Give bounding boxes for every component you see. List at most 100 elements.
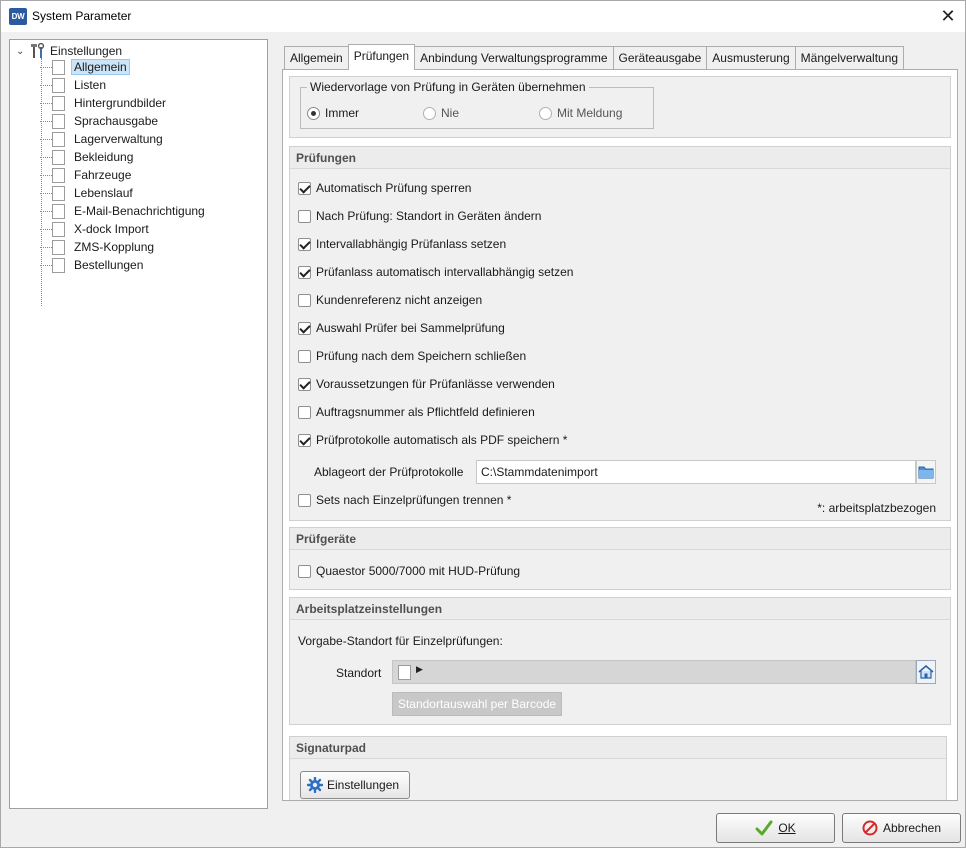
settings-tree[interactable]: ⌄ Einstellungen Allgemein Listen Hinterg…: [9, 39, 268, 809]
page-icon: [52, 59, 65, 75]
checkbox-indicator[interactable]: [298, 349, 311, 363]
signaturpad-settings-label: Einstellungen: [327, 778, 400, 792]
tree-item-xdock-import[interactable]: X-dock Import: [40, 220, 152, 238]
tree-item-label: Bestellungen: [74, 258, 144, 272]
checkbox-label: Prüfung nach dem Speichern schließen: [316, 349, 527, 363]
tree-item-label: E-Mail-Benachrichtigung: [74, 204, 205, 218]
checkbox-pruefanlass-automatisch[interactable]: Prüfanlass automatisch intervallabhängig…: [298, 265, 573, 279]
checkbox-indicator[interactable]: [298, 181, 311, 195]
tab-allgemein[interactable]: Allgemein: [284, 46, 349, 70]
tree-item-fahrzeuge[interactable]: Fahrzeuge: [40, 166, 134, 184]
path-input[interactable]: C:\Stammdatenimport: [476, 460, 916, 484]
tree-item-label: X-dock Import: [74, 222, 149, 236]
checkbox-indicator[interactable]: [298, 321, 311, 335]
tree-item-lagerverwaltung[interactable]: Lagerverwaltung: [40, 130, 166, 148]
page-icon: [52, 257, 65, 273]
page-icon: [52, 167, 65, 183]
pruefgeraete-group: Prüfgeräte Quaestor 5000/7000 mit HUD-Pr…: [289, 527, 951, 590]
checkbox-label: Auswahl Prüfer bei Sammelprüfung: [316, 321, 505, 335]
checkbox-indicator[interactable]: [298, 237, 311, 251]
tree-item-listen[interactable]: Listen: [40, 76, 109, 94]
checkbox-automatisch-pruefung-sperren[interactable]: Automatisch Prüfung sperren: [298, 181, 471, 195]
checkbox-intervall-pruefanlass[interactable]: Intervallabhängig Prüfanlass setzen: [298, 237, 506, 251]
tools-icon: [30, 43, 46, 59]
tree-item-bestellungen[interactable]: Bestellungen: [40, 256, 146, 274]
tab-ausmusterung[interactable]: Ausmusterung: [706, 46, 796, 70]
checkbox-indicator[interactable]: [298, 564, 311, 578]
checkbox-label: Nach Prüfung: Standort in Geräten ändern: [316, 209, 542, 223]
standortauswahl-barcode-button[interactable]: Standortauswahl per Barcode: [392, 692, 562, 716]
window-title: System Parameter: [32, 9, 132, 23]
tree-item-allgemein[interactable]: Allgemein: [40, 58, 130, 76]
tab-maengelverwaltung[interactable]: Mängelverwaltung: [794, 46, 905, 70]
tree-item-label: Allgemein: [71, 59, 130, 75]
checkbox-indicator[interactable]: [298, 209, 311, 223]
tree-item-sprachausgabe[interactable]: Sprachausgabe: [40, 112, 161, 130]
checkbox-pdf-speichern[interactable]: Prüfprotokolle automatisch als PDF speic…: [298, 433, 567, 447]
tree-item-label: Bekleidung: [74, 150, 134, 164]
page-icon: [52, 221, 65, 237]
tab-geraeteausgabe[interactable]: Geräteausgabe: [612, 46, 708, 70]
tree-item-label: Hintergrundbilder: [74, 96, 167, 110]
checkbox-voraussetzungen[interactable]: Voraussetzungen für Prüfanlässe verwende…: [298, 377, 555, 391]
standort-subtitle: Vorgabe-Standort für Einzelprüfungen:: [298, 634, 503, 648]
checkbox-quaestor[interactable]: Quaestor 5000/7000 mit HUD-Prüfung: [298, 564, 520, 578]
checkbox-pruefung-schliessen[interactable]: Prüfung nach dem Speichern schließen: [298, 349, 526, 363]
radio-mit-meldung[interactable]: Mit Meldung: [539, 106, 622, 120]
page-icon: [52, 77, 65, 93]
radio-nie[interactable]: Nie: [423, 106, 459, 120]
checkbox-indicator[interactable]: [298, 493, 311, 507]
tab-anbindung-verwaltungsprogramme[interactable]: Anbindung Verwaltungsprogramme: [414, 46, 614, 70]
tree-item-bekleidung[interactable]: Bekleidung: [40, 148, 136, 166]
cancel-icon: [862, 820, 878, 836]
signaturpad-settings-button[interactable]: Einstellungen: [300, 771, 410, 799]
checkbox-indicator[interactable]: [298, 265, 311, 279]
page-icon: [52, 131, 65, 147]
app-logo-icon: DW: [9, 8, 27, 25]
tree-item-email-benachrichtigung[interactable]: E-Mail-Benachrichtigung: [40, 202, 208, 220]
checkbox-indicator[interactable]: [298, 293, 311, 307]
tab-pruefungen[interactable]: Prüfungen: [347, 44, 416, 70]
radio-immer[interactable]: Immer: [307, 106, 359, 120]
standort-home-button[interactable]: [916, 660, 936, 684]
ok-button[interactable]: OK: [716, 813, 835, 843]
radio-indicator[interactable]: [307, 106, 320, 120]
tab-panel-pruefungen: Wiedervorlage von Prüfung in Geräten übe…: [282, 69, 958, 801]
tree-item-label: Listen: [74, 78, 107, 92]
close-button[interactable]: ✕: [937, 5, 959, 27]
radio-indicator[interactable]: [539, 106, 552, 120]
page-icon: [52, 203, 65, 219]
standort-combobox[interactable]: ▶: [392, 660, 916, 684]
tree-item-hintergrundbilder[interactable]: Hintergrundbilder: [40, 94, 169, 112]
template-fieldset: Wiedervorlage von Prüfung in Geräten übe…: [300, 80, 654, 129]
folder-icon: [918, 466, 934, 479]
page-icon: [52, 95, 65, 111]
checkbox-indicator[interactable]: [298, 377, 311, 391]
checkbox-auftragsnummer[interactable]: Auftragsnummer als Pflichtfeld definiere…: [298, 405, 535, 419]
tree-item-label: ZMS-Kopplung: [74, 240, 155, 254]
page-icon: [52, 239, 65, 255]
signaturpad-group: Signaturpad Einstellungen: [289, 736, 947, 800]
standort-label: Standort: [336, 666, 382, 680]
title-bar[interactable]: DW System Parameter ✕: [1, 1, 965, 32]
checkbox-label: Sets nach Einzelprüfungen trennen *: [316, 493, 512, 507]
dialog-window: DW System Parameter ✕ ⌄ Einstellungen Al…: [0, 0, 966, 848]
section-header-pruefungen: Prüfungen: [290, 147, 950, 169]
checkbox-indicator[interactable]: [298, 433, 311, 447]
checkbox-indicator[interactable]: [298, 405, 311, 419]
checkbox-standort-aendern[interactable]: Nach Prüfung: Standort in Geräten ändern: [298, 209, 541, 223]
tree-item-label: Lebenslauf: [74, 186, 133, 200]
tree-item-zms-kopplung[interactable]: ZMS-Kopplung: [40, 238, 157, 256]
chevron-down-icon[interactable]: ⌄: [16, 46, 30, 57]
checkbox-kundenreferenz[interactable]: Kundenreferenz nicht anzeigen: [298, 293, 482, 307]
radio-indicator[interactable]: [423, 106, 436, 120]
checkbox-label: Automatisch Prüfung sperren: [316, 181, 472, 195]
checkbox-label: Prüfanlass automatisch intervallabhängig…: [316, 265, 574, 279]
cancel-button[interactable]: Abbrechen: [842, 813, 961, 843]
checkbox-sets-trennen[interactable]: Sets nach Einzelprüfungen trennen *: [298, 493, 511, 507]
checkbox-auswahl-pruefer[interactable]: Auswahl Prüfer bei Sammelprüfung: [298, 321, 505, 335]
tree-item-label: Sprachausgabe: [74, 114, 159, 128]
browse-folder-button[interactable]: [916, 460, 936, 484]
cancel-label: Abbrechen: [882, 821, 942, 835]
tree-item-lebenslauf[interactable]: Lebenslauf: [40, 184, 136, 202]
